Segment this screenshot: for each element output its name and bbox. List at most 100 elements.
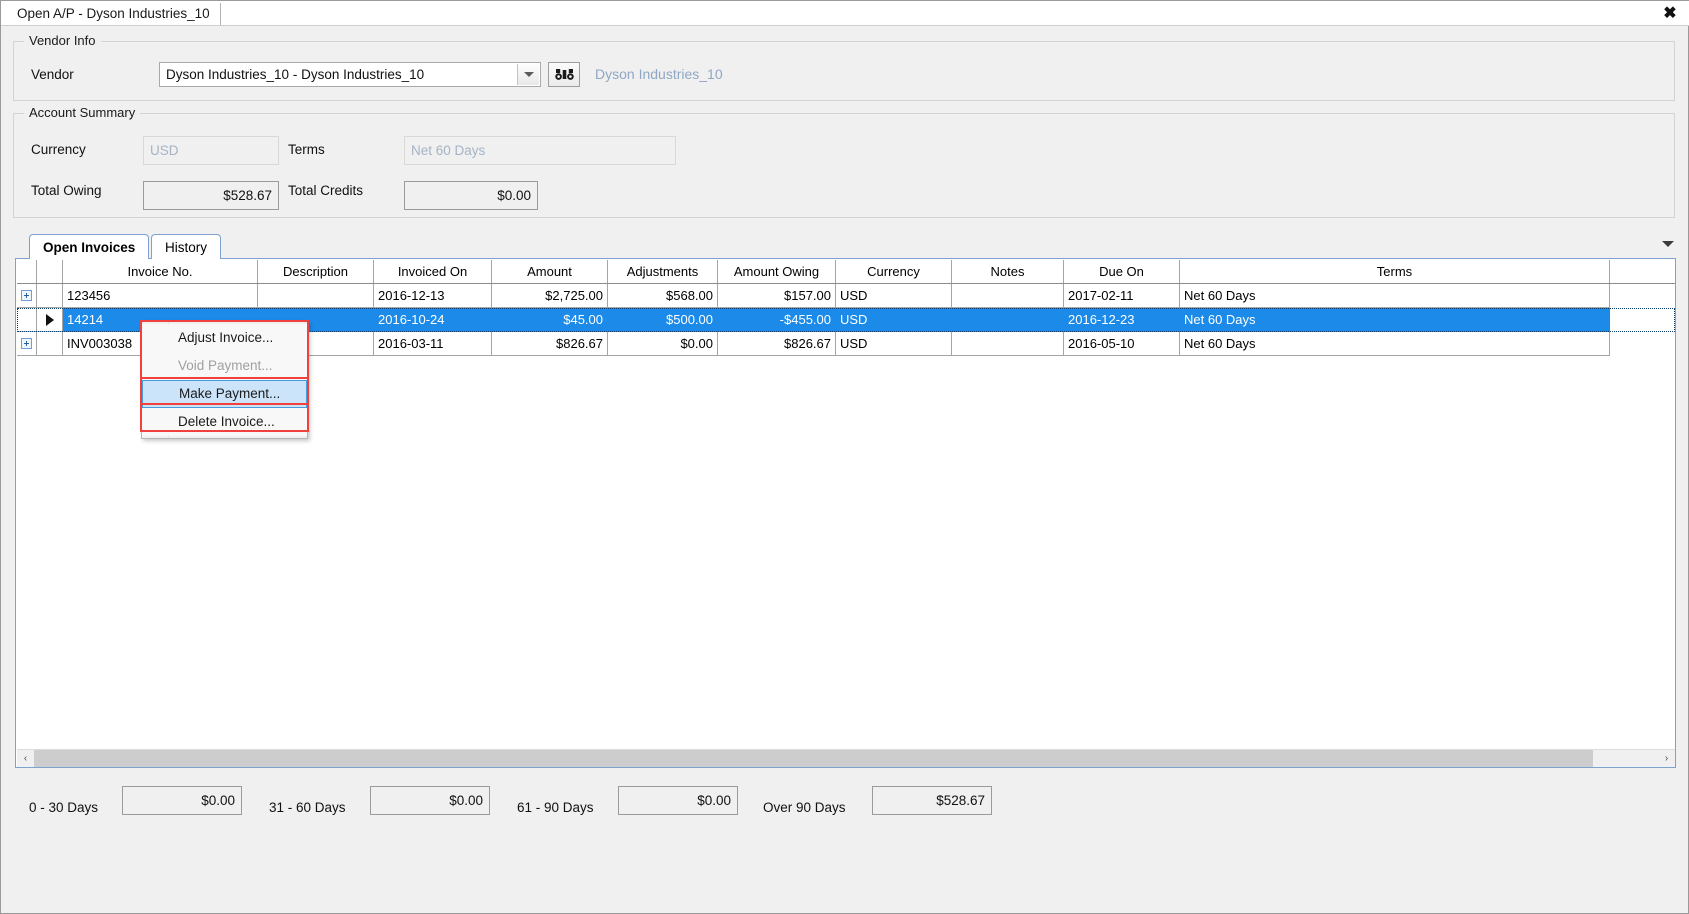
expand-icon[interactable] [21,338,32,349]
aging-label-31-60: 31 - 60 Days [269,800,346,815]
col-adjustments[interactable]: Adjustments [608,260,718,283]
cell-due-on: 2016-05-10 [1064,332,1180,356]
vendor-combobox-value: Dyson Industries_10 - Dyson Industries_1… [166,67,425,82]
terms-label: Terms [288,142,325,157]
row-expander-cell[interactable] [17,284,37,308]
grid-header-gutter [17,260,37,283]
scrollbar-thumb[interactable] [34,749,1594,767]
aging-label-over-90: Over 90 Days [763,800,846,815]
close-icon[interactable]: ✖ [1660,4,1680,24]
document-tab-label: Open A/P - Dyson Industries_10 [17,6,210,21]
aging-value-over-90: $528.67 [936,792,985,808]
open-ap-window: Open A/P - Dyson Industries_10 ✖ Vendor … [0,0,1689,914]
aging-field-0-30: $0.00 [122,786,242,815]
col-amount[interactable]: Amount [492,260,608,283]
currency-field: USD [143,136,279,165]
menu-item-delete-invoice[interactable]: Delete Invoice... [142,408,307,436]
menu-item-void-payment: Void Payment... [142,352,307,380]
total-owing-field: $528.67 [143,181,279,210]
cell-amount: $45.00 [492,308,608,332]
cell-adjustments: $0.00 [608,332,718,356]
vendor-display-name: Dyson Industries_10 [595,66,723,82]
cell-terms: Net 60 Days [1180,308,1610,332]
cell-amount-owing: $826.67 [718,332,836,356]
aging-field-31-60: $0.00 [370,786,490,815]
table-row[interactable]: 123456 2016-12-13 $2,725.00 $568.00 $157… [17,284,1675,308]
cell-amount: $826.67 [492,332,608,356]
titlebar: Open A/P - Dyson Industries_10 ✖ [1,1,1689,26]
scroll-right-icon[interactable]: › [1658,749,1675,767]
cell-currency: USD [836,332,952,356]
tab-history-label: History [165,240,208,255]
cell-invoice-no: 123456 [63,284,258,308]
grid-header-gutter2 [37,260,63,283]
row-pointer-icon [45,313,54,326]
terms-value: Net 60 Days [411,142,486,158]
currency-value: USD [150,142,179,158]
tab-open-invoices-label: Open Invoices [43,240,136,255]
col-invoice-no[interactable]: Invoice No. [63,260,258,283]
vendor-search-button[interactable] [548,62,580,87]
menu-item-make-payment-label: Make Payment... [179,386,281,401]
cell-adjustments: $568.00 [608,284,718,308]
chevron-down-icon[interactable] [1662,241,1674,247]
vendor-combobox[interactable]: Dyson Industries_10 - Dyson Industries_1… [159,62,541,87]
col-terms[interactable]: Terms [1180,260,1610,283]
row-indicator-cell [37,308,63,332]
cell-notes [952,308,1064,332]
menu-item-make-payment[interactable]: Make Payment... [142,380,307,408]
row-indicator-cell [37,284,63,308]
cell-invoiced-on: 2016-12-13 [374,284,492,308]
col-amount-owing[interactable]: Amount Owing [718,260,836,283]
aging-field-over-90: $528.67 [872,786,992,815]
menu-item-adjust-invoice-label: Adjust Invoice... [178,330,274,345]
cell-amount-owing: -$455.00 [718,308,836,332]
cell-due-on: 2016-12-23 [1064,308,1180,332]
row-indicator-cell [37,332,63,356]
vendor-label: Vendor [31,67,74,82]
binoculars-icon [554,69,574,80]
row-expander-cell[interactable] [17,332,37,356]
grid-horizontal-scrollbar[interactable]: ‹ › [17,749,1675,767]
col-invoiced-on[interactable]: Invoiced On [374,260,492,283]
row-expander-cell[interactable] [17,308,37,332]
tabstrip: Open Invoices History [15,233,1676,259]
col-notes[interactable]: Notes [952,260,1064,283]
currency-label: Currency [31,142,86,157]
aging-label-0-30: 0 - 30 Days [29,800,99,815]
account-summary-legend: Account Summary [24,105,141,120]
col-description[interactable]: Description [258,260,374,283]
scrollbar-track[interactable] [34,749,1658,767]
aging-field-61-90: $0.00 [618,786,738,815]
cell-amount-owing: $157.00 [718,284,836,308]
total-credits-field: $0.00 [404,181,538,210]
cell-terms: Net 60 Days [1180,284,1610,308]
menu-item-delete-invoice-label: Delete Invoice... [178,414,275,429]
total-credits-label: Total Credits [288,183,364,198]
invoice-context-menu[interactable]: Adjust Invoice... Void Payment... Make P… [141,321,308,439]
cell-invoiced-on: 2016-03-11 [374,332,492,356]
expand-icon[interactable] [21,290,32,301]
invoices-tab-control: Open Invoices History Invoice No. Descri… [15,233,1676,768]
cell-invoiced-on: 2016-10-24 [374,308,492,332]
cell-description [258,284,374,308]
document-tab[interactable]: Open A/P - Dyson Industries_10 [9,3,221,25]
terms-field: Net 60 Days [404,136,676,165]
aging-label-61-90: 61 - 90 Days [517,800,594,815]
vendor-info-legend: Vendor Info [24,33,101,48]
total-owing-value: $528.67 [223,187,272,203]
col-currency[interactable]: Currency [836,260,952,283]
tab-open-invoices[interactable]: Open Invoices [29,234,149,259]
grid-header-row: Invoice No. Description Invoiced On Amou… [17,260,1675,284]
aging-value-61-90: $0.00 [697,792,731,808]
total-credits-value: $0.00 [497,187,531,203]
cell-adjustments: $500.00 [608,308,718,332]
chevron-down-icon[interactable] [517,64,539,85]
menu-item-adjust-invoice[interactable]: Adjust Invoice... [142,324,307,352]
tab-history[interactable]: History [151,234,221,259]
scroll-left-icon[interactable]: ‹ [17,749,34,767]
aging-value-31-60: $0.00 [449,792,483,808]
cell-currency: USD [836,284,952,308]
cell-amount: $2,725.00 [492,284,608,308]
col-due-on[interactable]: Due On [1064,260,1180,283]
